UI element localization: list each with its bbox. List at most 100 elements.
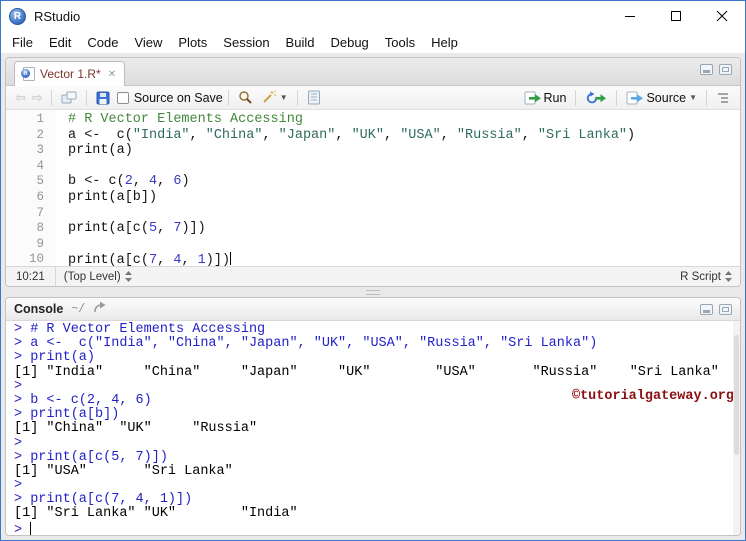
sort-arrows-icon <box>124 271 132 282</box>
console-line: > <box>14 435 31 451</box>
console-line: > # R Vector Elements Accessing <box>14 322 266 337</box>
line-number: 4 <box>36 158 44 173</box>
run-icon <box>524 91 541 104</box>
console-pane-buttons <box>700 304 732 315</box>
rstudio-app-icon: R <box>9 7 26 25</box>
source-label: Source <box>646 90 687 105</box>
tab-close-icon[interactable]: ✕ <box>108 69 116 80</box>
document-outline-icon[interactable] <box>712 90 734 106</box>
line-number: 1 <box>36 112 44 126</box>
console-line: [1] "India" "China" "Japan" "UK" "USA" "… <box>14 364 719 380</box>
line-number: 6 <box>36 189 44 204</box>
editor-toolbar: ⇦ ⇨ Source on Save ▼ Run Source ▼ <box>6 86 740 110</box>
menu-item-build[interactable]: Build <box>278 33 323 52</box>
open-in-new-window-icon[interactable] <box>57 89 81 107</box>
window-title: RStudio <box>34 8 81 24</box>
compile-report-icon[interactable] <box>303 88 325 107</box>
menu-item-plots[interactable]: Plots <box>170 33 215 52</box>
title-bar: R RStudio <box>1 1 745 31</box>
editor-status-bar: 10:21 (Top Level) R Script <box>6 266 740 286</box>
console-line: > print(a) <box>14 350 96 366</box>
rstudio-window: R RStudio File Edit Code View Plots Session Bu… <box>0 0 746 541</box>
source-dropdown-caret-icon[interactable]: ▼ <box>689 93 697 102</box>
menu-item-tools[interactable]: Tools <box>377 33 423 52</box>
menu-item-session[interactable]: Session <box>215 33 277 52</box>
source-pane: R Vector 1.R* ✕ ⇦ ⇨ Source on Save ▼ Run… <box>5 57 741 287</box>
close-window-icon[interactable] <box>699 1 745 31</box>
splitter-handle-icon <box>366 289 380 295</box>
line-number: 8 <box>36 221 44 236</box>
menu-item-code[interactable]: Code <box>79 33 126 52</box>
back-icon[interactable]: ⇦ <box>12 90 29 106</box>
console-line: > print(a[c(5, 7)]) <box>14 449 168 465</box>
console-line: > <box>14 521 32 535</box>
console-header: Console ~/ <box>6 298 740 321</box>
menu-item-view[interactable]: View <box>126 33 170 52</box>
menu-item-edit[interactable]: Edit <box>41 33 79 52</box>
scope-selector[interactable]: (Top Level) <box>56 271 140 283</box>
save-icon[interactable] <box>92 89 114 107</box>
code-tools-wand-icon[interactable]: ▼ <box>257 88 292 107</box>
code-line-2: a <- c("India", "China", "Japan", "UK", … <box>68 127 636 143</box>
forward-icon[interactable]: ⇨ <box>29 90 46 106</box>
rerun-icon[interactable] <box>581 89 611 107</box>
line-number: 9 <box>36 236 44 251</box>
console-line: > a <- c("India", "China", "Japan", "UK"… <box>14 336 598 352</box>
minimize-pane-icon[interactable] <box>700 304 713 315</box>
tab-vector-1-r[interactable]: R Vector 1.R* ✕ <box>14 61 126 86</box>
source-button[interactable]: Source ▼ <box>622 89 701 107</box>
search-icon[interactable] <box>234 88 257 107</box>
console-cursor <box>30 521 32 535</box>
watermark: ©tutorialgateway.org <box>571 389 734 404</box>
console-line: > print(a[c(7, 4, 1)]) <box>14 492 193 508</box>
pane-splitter[interactable] <box>5 287 741 297</box>
source-icon <box>626 91 644 104</box>
menu-item-file[interactable]: File <box>4 33 41 52</box>
cursor-position[interactable]: 10:21 <box>6 267 56 286</box>
line-number: 2 <box>36 127 44 142</box>
scrollbar-thumb[interactable] <box>734 335 739 455</box>
console-output[interactable]: > # R Vector Elements Accessing > a <- c(… <box>6 321 740 535</box>
maximize-pane-icon[interactable] <box>719 64 732 75</box>
console-pane: Console ~/ > # R Vector Elements Accessi… <box>5 297 741 536</box>
menu-bar: File Edit Code View Plots Session Build Debug To… <box>1 31 745 53</box>
menu-item-help[interactable]: Help <box>423 33 466 52</box>
open-directory-arrow-icon[interactable] <box>93 300 108 318</box>
tab-label: Vector 1.R* <box>40 67 101 81</box>
maximize-window-icon[interactable] <box>653 1 699 31</box>
code-line-8: print(a[c(5, 7)]) <box>68 221 206 237</box>
source-on-save-label: Source on Save <box>133 90 223 105</box>
console-working-directory: ~/ <box>71 302 86 316</box>
line-number: 7 <box>36 205 44 220</box>
editor-code: # R Vector Elements Accessing a <- c("Ind… <box>56 110 740 266</box>
menu-item-debug[interactable]: Debug <box>322 33 376 52</box>
source-pane-buttons <box>700 64 732 75</box>
console-line: > print(a[b]) <box>14 407 120 423</box>
minimize-pane-icon[interactable] <box>700 64 713 75</box>
r-file-icon: R <box>21 67 35 81</box>
code-line-6: print(a[b]) <box>68 189 158 205</box>
code-line-3: print(a) <box>68 143 133 159</box>
dropdown-caret-icon: ▼ <box>279 93 288 102</box>
run-button[interactable]: Run <box>520 89 571 107</box>
maximize-pane-icon[interactable] <box>719 304 732 315</box>
minimize-window-icon[interactable] <box>607 1 653 31</box>
code-line-10: print(a[c(7, 4, 1)]) <box>68 252 232 266</box>
file-type-label: R Script <box>680 270 721 283</box>
console-line: [1] "Sri Lanka" "UK" "India" <box>14 506 298 522</box>
line-number: 10 <box>28 252 44 266</box>
console-line: [1] "USA" "Sri Lanka" <box>14 463 233 479</box>
text-cursor <box>230 252 232 266</box>
window-controls <box>607 1 745 31</box>
sort-arrows-icon <box>725 271 732 282</box>
source-on-save-checkbox[interactable] <box>116 91 129 104</box>
console-scrollbar[interactable] <box>733 321 740 535</box>
code-editor[interactable]: 1 2 3 4 5 6 7 8 9 10 # R Vector Elements Accessin… <box>6 110 740 266</box>
run-label: Run <box>543 90 567 105</box>
scope-label: (Top Level) <box>63 270 121 283</box>
console-line: [1] "China" "UK" "Russia" <box>14 421 258 437</box>
file-type-selector[interactable]: R Script <box>672 271 740 283</box>
